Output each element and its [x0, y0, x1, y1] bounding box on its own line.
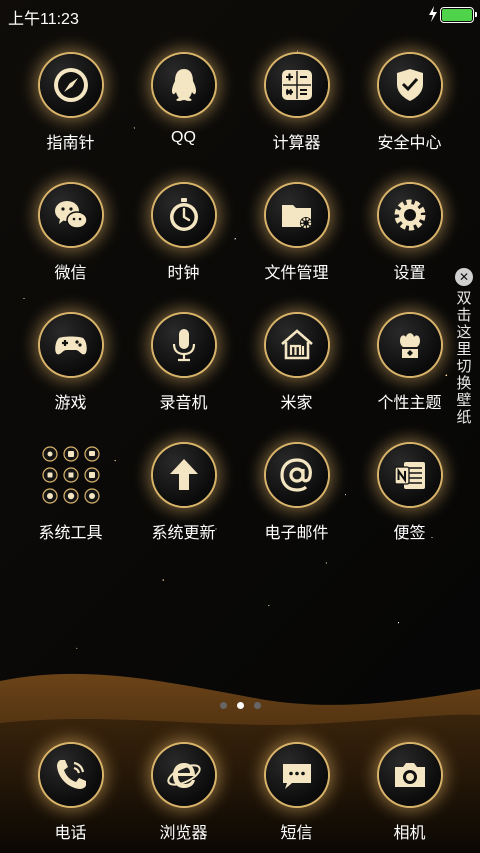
wallpaper-switch-hint[interactable]: ✕ 双击这里切换壁纸	[454, 268, 474, 426]
theme-crown-icon	[378, 314, 441, 376]
home-app-grid: 指南针 QQ 计算器 安全中心 微信 时钟 文件管理 设置 游戏 录音机 米家 …	[14, 50, 466, 550]
app-recorder[interactable]: 录音机	[127, 310, 240, 420]
gear-icon	[378, 184, 441, 246]
page-indicator	[0, 702, 480, 709]
calculator-icon	[265, 54, 328, 116]
app-email[interactable]: 电子邮件	[240, 440, 353, 550]
app-label: 微信	[54, 265, 87, 282]
app-label: 文件管理	[264, 265, 329, 282]
app-label: 设置	[393, 265, 426, 282]
close-icon[interactable]: ✕	[455, 268, 473, 286]
app-camera[interactable]: 相机	[353, 740, 466, 850]
app-label: 计算器	[272, 135, 321, 152]
app-settings[interactable]: 设置	[353, 180, 466, 290]
app-label: 系统工具	[38, 525, 103, 542]
app-label: QQ	[171, 129, 196, 146]
camera-icon	[378, 744, 441, 806]
app-phone[interactable]: 电话	[14, 740, 127, 850]
app-label: 相机	[393, 825, 426, 842]
message-icon	[265, 744, 328, 806]
stopwatch-icon	[152, 184, 215, 246]
app-label: 浏览器	[159, 825, 208, 842]
app-mi-home[interactable]: 米家	[240, 310, 353, 420]
status-time: 上午11:23	[8, 11, 79, 28]
app-clock[interactable]: 时钟	[127, 180, 240, 290]
penguin-icon	[152, 54, 215, 116]
phone-icon	[39, 744, 102, 806]
app-label: 安全中心	[377, 135, 442, 152]
browser-e-icon	[152, 744, 215, 806]
app-label: 短信	[280, 825, 313, 842]
notes-icon	[378, 444, 441, 506]
chat-bubbles-icon	[39, 184, 102, 246]
app-notes[interactable]: 便签	[353, 440, 466, 550]
app-browser[interactable]: 浏览器	[127, 740, 240, 850]
app-system-tools-folder[interactable]: 系统工具	[14, 440, 127, 550]
compass-icon	[39, 54, 102, 116]
app-wechat[interactable]: 微信	[14, 180, 127, 290]
page-dot[interactable]	[253, 702, 261, 709]
page-dot[interactable]	[219, 702, 227, 709]
app-label: 系统更新	[151, 525, 216, 542]
page-dot-active[interactable]	[236, 702, 244, 709]
gamepad-icon	[39, 314, 102, 376]
folder-gear-icon	[265, 184, 328, 246]
charging-bolt-icon	[429, 6, 437, 22]
app-label: 便签	[393, 525, 426, 542]
arrow-up-icon	[152, 444, 215, 506]
app-file-manager[interactable]: 文件管理	[240, 180, 353, 290]
app-calculator[interactable]: 计算器	[240, 50, 353, 160]
shield-check-icon	[378, 54, 441, 116]
at-sign-icon	[265, 444, 328, 506]
battery-icon	[440, 7, 477, 23]
mi-home-icon	[265, 314, 328, 376]
dock: 电话 浏览器 短信 相机	[14, 740, 466, 850]
tools-folder-icon	[40, 444, 102, 506]
app-label: 电子邮件	[264, 525, 329, 542]
app-label: 时钟	[167, 265, 200, 282]
app-games[interactable]: 游戏	[14, 310, 127, 420]
app-themes[interactable]: 个性主题	[353, 310, 466, 420]
app-label: 指南针	[46, 135, 95, 152]
app-messages[interactable]: 短信	[240, 740, 353, 850]
app-compass[interactable]: 指南针	[14, 50, 127, 160]
app-system-update[interactable]: 系统更新	[127, 440, 240, 550]
status-bar: 上午11:23	[0, 0, 480, 28]
app-label: 录音机	[159, 395, 208, 412]
wallpaper-hint-text: 双击这里切换壁纸	[456, 290, 472, 426]
battery-level	[442, 9, 472, 21]
microphone-icon	[152, 314, 215, 376]
app-label: 米家	[280, 395, 313, 412]
battery-tip	[475, 12, 477, 17]
app-label: 游戏	[54, 395, 87, 412]
app-label: 电话	[54, 825, 87, 842]
app-security-center[interactable]: 安全中心	[353, 50, 466, 160]
app-qq[interactable]: QQ	[127, 50, 240, 160]
app-label: 个性主题	[377, 395, 442, 412]
